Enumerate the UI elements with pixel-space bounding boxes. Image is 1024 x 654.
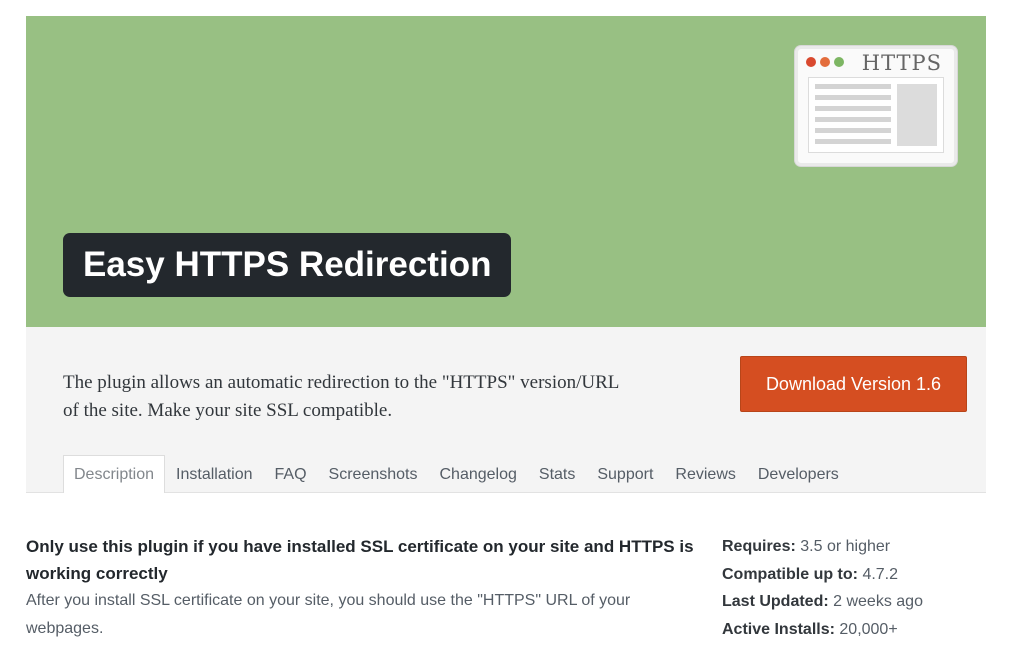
https-label: HTTPS (861, 51, 942, 75)
meta-value: 2 weeks ago (833, 593, 923, 610)
meta-label: Requires: (722, 538, 796, 555)
meta-value: 3.5 or higher (800, 538, 891, 555)
tab-installation[interactable]: Installation (165, 455, 264, 493)
description-heading: Only use this plugin if you have install… (26, 537, 694, 583)
meta-active-installs: Active Installs: 20,000+ (722, 616, 992, 644)
tab-description[interactable]: Description (63, 455, 166, 493)
download-button[interactable]: Download Version 1.6 (740, 356, 967, 412)
meta-value: 4.7.2 (862, 565, 899, 583)
plugin-banner: HTTPS Easy HTTPS Redirection (26, 16, 986, 327)
meta-last-updated: Last Updated: 2 weeks ago (722, 588, 992, 616)
tab-stats[interactable]: Stats (528, 455, 586, 493)
tab-faq[interactable]: FAQ (264, 455, 318, 493)
browser-window-icon: HTTPS (795, 46, 957, 166)
meta-requires: Requires: 3.5 or higher (722, 533, 992, 561)
red-dot-icon (806, 57, 816, 67)
meta-label: Active Installs: (722, 620, 835, 638)
meta-label: Last Updated: (722, 593, 829, 610)
tab-changelog[interactable]: Changelog (428, 455, 527, 493)
text-lines-icon (815, 84, 891, 150)
browser-content-icon (808, 77, 944, 153)
sidebar-block-icon (897, 84, 937, 146)
meta-label: Compatible up to: (722, 565, 858, 583)
meta-value: 20,000+ (839, 620, 898, 638)
plugin-short-description: The plugin allows an automatic redirecti… (63, 372, 619, 421)
tab-support[interactable]: Support (586, 455, 664, 493)
plugin-tabs: Description Installation FAQ Screenshots… (63, 455, 850, 493)
description-text: After you install SSL certificate on you… (26, 592, 631, 637)
tab-screenshots[interactable]: Screenshots (318, 455, 429, 493)
green-dot-icon (834, 57, 844, 67)
banner-title: Easy HTTPS Redirection (63, 233, 512, 297)
tab-reviews[interactable]: Reviews (664, 455, 746, 493)
window-dots (806, 57, 844, 67)
plugin-meta: Requires: 3.5 or higher Compatible up to… (722, 533, 992, 643)
description-content: Only use this plugin if you have install… (26, 533, 696, 643)
orange-dot-icon (820, 57, 830, 67)
plugin-header: The plugin allows an automatic redirecti… (26, 327, 986, 493)
meta-compatible: Compatible up to: 4.7.2 (722, 561, 992, 589)
tab-developers[interactable]: Developers (747, 455, 850, 493)
